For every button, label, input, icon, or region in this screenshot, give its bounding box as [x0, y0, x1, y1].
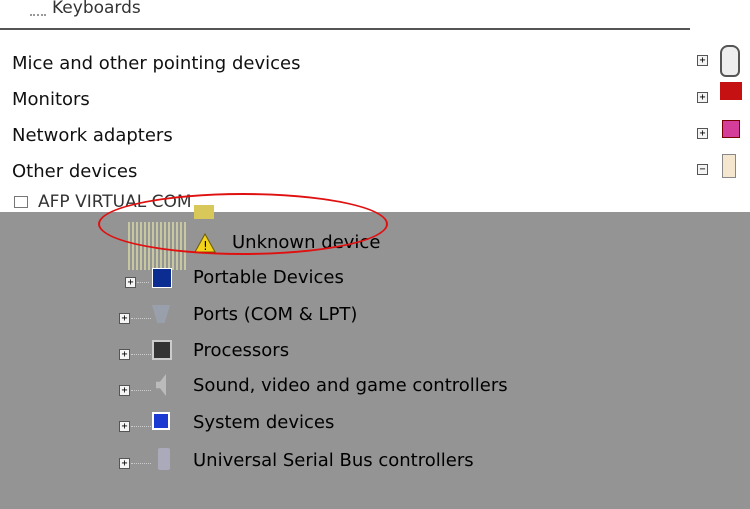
expand-toggle[interactable]: + [697, 55, 708, 66]
tree-item-network-adapters[interactable]: Network adapters [12, 125, 173, 146]
tree-item-mice[interactable]: Mice and other pointing devices [12, 53, 300, 74]
tree-item-ports[interactable]: Ports (COM & LPT) [193, 304, 357, 325]
usb-icon [158, 448, 170, 470]
monitor-icon [720, 82, 742, 100]
expand-toggle[interactable]: + [125, 277, 136, 288]
expand-toggle[interactable]: + [119, 313, 130, 324]
tree-item-monitors[interactable]: Monitors [12, 89, 90, 110]
tree-item-processors[interactable]: Processors [193, 340, 289, 361]
annotation-ellipse [98, 193, 388, 255]
tree-dots [131, 318, 151, 320]
collapse-toggle[interactable]: − [697, 164, 708, 175]
keyboard-icon [30, 0, 46, 16]
expand-toggle[interactable]: + [697, 128, 708, 139]
system-icon [152, 412, 170, 430]
network-icon [722, 120, 740, 138]
right-icon-column: + + + − [690, 30, 750, 212]
expand-toggle[interactable]: + [119, 385, 130, 396]
expand-toggle[interactable]: + [119, 349, 130, 360]
processor-icon [152, 340, 172, 360]
expand-toggle[interactable]: + [119, 458, 130, 469]
tree-dots [131, 354, 151, 356]
tree-item-other-devices[interactable]: Other devices [12, 161, 137, 182]
tree-item-keyboards[interactable]: Keyboards [52, 0, 141, 18]
other-devices-icon [722, 154, 736, 178]
mouse-icon [720, 45, 740, 77]
device-icon [14, 196, 28, 208]
tree-dots [137, 282, 149, 284]
expand-toggle[interactable]: + [119, 421, 130, 432]
tree-dots [131, 463, 151, 465]
portable-device-icon [152, 268, 172, 288]
tree-item-sound-video[interactable]: Sound, video and game controllers [193, 375, 508, 396]
tree-item-usb-controllers[interactable]: Universal Serial Bus controllers [193, 450, 474, 471]
upper-tree-pane: Mice and other pointing devices Monitors… [0, 30, 750, 212]
expand-toggle[interactable]: + [697, 92, 708, 103]
top-strip: Keyboards [0, 0, 750, 30]
tree-dots [131, 390, 151, 392]
tree-item-system-devices[interactable]: System devices [193, 412, 334, 433]
tree-dots [131, 426, 151, 428]
tree-item-portable-devices[interactable]: Portable Devices [193, 267, 344, 288]
